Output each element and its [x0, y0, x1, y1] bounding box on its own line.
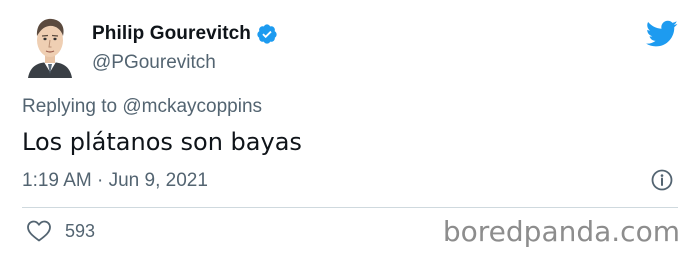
replying-to-label: Replying to	[22, 96, 123, 117]
author-display-name[interactable]: Philip Gourevitch	[92, 23, 251, 45]
twitter-bird-icon[interactable]	[645, 20, 678, 48]
watermark: boredpanda.com	[442, 215, 680, 248]
author-row: Philip Gourevitch	[92, 23, 278, 45]
author-handle[interactable]: @PGourevitch	[92, 52, 216, 74]
verified-badge-icon	[256, 23, 278, 45]
like-count: 593	[65, 220, 96, 241]
heart-icon[interactable]	[26, 219, 52, 243]
tweet-timestamp[interactable]: 1:19 AM · Jun 9, 2021	[22, 170, 208, 192]
divider	[22, 207, 678, 208]
info-icon[interactable]	[650, 168, 674, 192]
like-button[interactable]: 593	[26, 219, 95, 243]
tweet-text: Los plátanos son bayas	[22, 128, 302, 156]
avatar[interactable]	[22, 16, 78, 78]
replying-to-user-link[interactable]: @mckaycoppins	[122, 96, 262, 117]
replying-to-line: Replying to @mckaycoppins	[22, 96, 262, 118]
